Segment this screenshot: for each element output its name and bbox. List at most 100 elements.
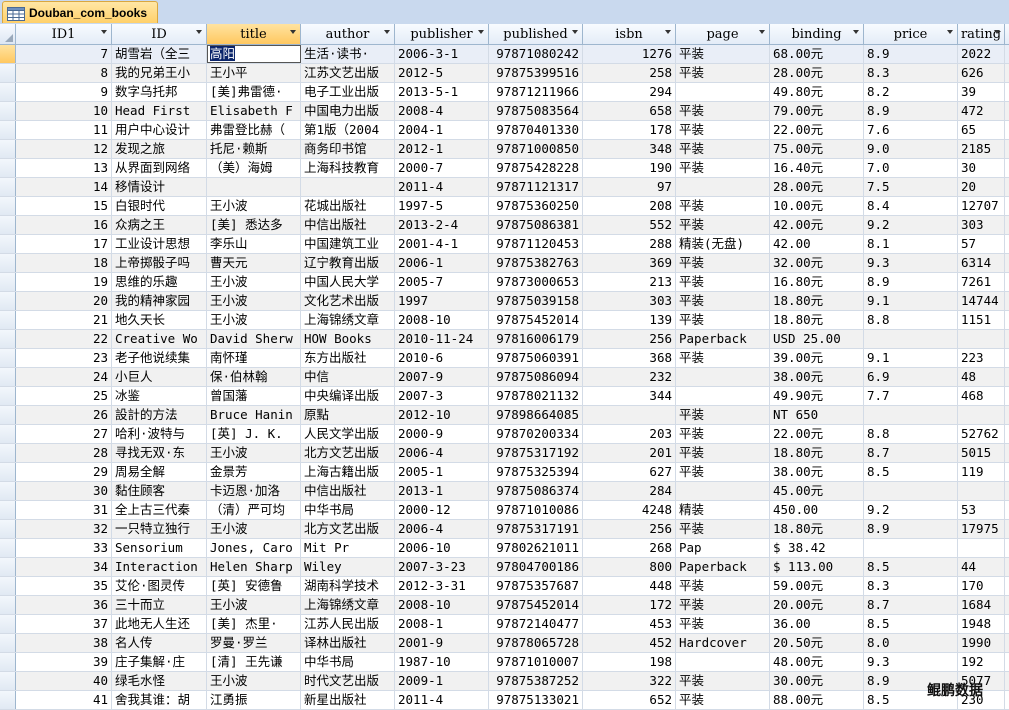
cell-publisher[interactable]: 2013-1 xyxy=(395,482,489,500)
cell-id[interactable]: 名人传 xyxy=(112,634,207,652)
cell-published[interactable]: 97875387252 xyxy=(489,672,583,690)
cell-id1[interactable]: 28 xyxy=(16,444,112,462)
cell-author[interactable]: 北方文艺出版 xyxy=(301,444,395,462)
cell-price[interactable]: 8.0 xyxy=(864,634,958,652)
cell-rating[interactable]: 39 xyxy=(958,83,1005,101)
cell-author[interactable]: 北方文艺出版 xyxy=(301,520,395,538)
cell-isbn[interactable]: 201 xyxy=(583,444,676,462)
cell-id1[interactable]: 25 xyxy=(16,387,112,405)
cell-rating[interactable]: 1990 xyxy=(958,634,1005,652)
cell-author[interactable]: 商务印书馆 xyxy=(301,140,395,158)
cell-rating[interactable]: 53 xyxy=(958,501,1005,519)
cell-title[interactable]: 王小波 xyxy=(207,672,301,690)
cell-price[interactable]: 8.9 xyxy=(864,520,958,538)
cell-binding[interactable]: 45.00元 xyxy=(770,482,864,500)
cell-title[interactable] xyxy=(207,178,301,196)
cell-author[interactable]: Mit Pr xyxy=(301,539,395,557)
cell-title[interactable]: 弗雷登比赫（ xyxy=(207,121,301,139)
cell-title[interactable]: 托尼·赖斯 xyxy=(207,140,301,158)
row-selector[interactable] xyxy=(0,368,16,386)
table-row[interactable]: 39 庄子集解·庄 [清] 王先谦 中华书局 1987-10 97871010007 198… xyxy=(0,653,1009,672)
cell-author[interactable]: 东方出版社 xyxy=(301,349,395,367)
cell-price[interactable]: 8.7 xyxy=(864,596,958,614)
cell-page[interactable]: Hardcover xyxy=(676,634,770,652)
cell-page[interactable]: 平装 xyxy=(676,311,770,329)
cell-page[interactable]: 平装 xyxy=(676,64,770,82)
cell-binding[interactable]: 49.90元 xyxy=(770,387,864,405)
cell-page[interactable]: 平装 xyxy=(676,273,770,291)
cell-binding[interactable]: 32.00元 xyxy=(770,254,864,272)
cell-publisher[interactable]: 2008-10 xyxy=(395,596,489,614)
cell-binding[interactable]: 18.80元 xyxy=(770,292,864,310)
table-row[interactable]: 22 Creative Wo David Sherw HOW Books 2010-11… xyxy=(0,330,1009,349)
table-row[interactable]: 38 名人传 罗曼·罗兰 译林出版社 2001-9 97878065728 452 Hardc… xyxy=(0,634,1009,653)
cell-rating[interactable]: 20 xyxy=(958,178,1005,196)
cell-price[interactable] xyxy=(864,406,958,424)
cell-author[interactable] xyxy=(301,178,395,196)
cell-id[interactable]: 設計的方法 xyxy=(112,406,207,424)
cell-rating[interactable]: 48 xyxy=(958,368,1005,386)
table-row[interactable]: 40 绿毛水怪 王小波 时代文艺出版 2009-1 97875387252 322 平装 30.… xyxy=(0,672,1009,691)
cell-title[interactable]: 保·伯林翰 xyxy=(207,368,301,386)
table-row[interactable]: 36 三十而立 王小波 上海锦绣文章 2008-10 97875452014 172 平装 20… xyxy=(0,596,1009,615)
cell-isbn[interactable]: 348 xyxy=(583,140,676,158)
cell-published[interactable]: 97802621011 xyxy=(489,539,583,557)
cell-rating[interactable]: 7261 xyxy=(958,273,1005,291)
row-selector[interactable] xyxy=(0,311,16,329)
row-selector[interactable] xyxy=(0,273,16,291)
cell-title[interactable]: 曾国藩 xyxy=(207,387,301,405)
cell-published[interactable]: 97873000653 xyxy=(489,273,583,291)
table-row[interactable]: 7 胡雪岩（全三 高阳 生活·读书· 2006-3-1 97871080242 1276 平装… xyxy=(0,45,1009,64)
cell-rating[interactable]: 17975 xyxy=(958,520,1005,538)
cell-page[interactable]: 平装 xyxy=(676,615,770,633)
row-selector[interactable] xyxy=(0,102,16,120)
filter-dropdown-icon[interactable] xyxy=(665,30,671,34)
cell-author[interactable]: 中信出版社 xyxy=(301,482,395,500)
cell-published[interactable]: 97875060391 xyxy=(489,349,583,367)
cell-binding[interactable]: 42.00 xyxy=(770,235,864,253)
cell-title[interactable]: 王小波 xyxy=(207,292,301,310)
cell-id[interactable]: 从界面到网络 xyxy=(112,159,207,177)
cell-author[interactable]: 时代文艺出版 xyxy=(301,672,395,690)
column-header-published[interactable]: published xyxy=(489,24,583,44)
cell-published[interactable]: 97870200334 xyxy=(489,425,583,443)
row-selector[interactable] xyxy=(0,558,16,576)
cell-binding[interactable]: 59.00元 xyxy=(770,577,864,595)
cell-id[interactable]: 黏住顾客 xyxy=(112,482,207,500)
cell-isbn[interactable]: 448 xyxy=(583,577,676,595)
cell-isbn[interactable]: 198 xyxy=(583,653,676,671)
cell-published[interactable]: 97871121317 xyxy=(489,178,583,196)
cell-price[interactable]: 6.9 xyxy=(864,368,958,386)
cell-id[interactable]: 冰鉴 xyxy=(112,387,207,405)
cell-rating[interactable]: 472 xyxy=(958,102,1005,120)
cell-page[interactable]: Paperback xyxy=(676,330,770,348)
row-selector[interactable] xyxy=(0,482,16,500)
cell-page[interactable]: Pap xyxy=(676,539,770,557)
cell-id[interactable]: 哈利·波特与 xyxy=(112,425,207,443)
cell-price[interactable]: 8.9 xyxy=(864,45,958,63)
table-row[interactable]: 9 数字乌托邦 [美]弗雷德· 电子工业出版 2013-5-1 97871211966 29… xyxy=(0,83,1009,102)
cell-title[interactable]: [清] 王先谦 xyxy=(207,653,301,671)
cell-page[interactable]: 平装 xyxy=(676,159,770,177)
cell-rating[interactable] xyxy=(958,330,1005,348)
cell-id1[interactable]: 17 xyxy=(16,235,112,253)
cell-binding[interactable]: 42.00元 xyxy=(770,216,864,234)
cell-page[interactable] xyxy=(676,387,770,405)
cell-title[interactable]: 罗曼·罗兰 xyxy=(207,634,301,652)
row-selector[interactable] xyxy=(0,216,16,234)
cell-binding[interactable]: NT 650 xyxy=(770,406,864,424)
cell-binding[interactable]: 16.40元 xyxy=(770,159,864,177)
cell-isbn[interactable]: 453 xyxy=(583,615,676,633)
table-row[interactable]: 28 寻找无双·东 王小波 北方文艺出版 2006-4 97875317192 201 平装 1… xyxy=(0,444,1009,463)
cell-publisher[interactable]: 2001-4-1 xyxy=(395,235,489,253)
cell-rating[interactable]: 192 xyxy=(958,653,1005,671)
cell-id[interactable]: 小巨人 xyxy=(112,368,207,386)
cell-author[interactable]: 中央编译出版 xyxy=(301,387,395,405)
column-header-rating[interactable]: rating xyxy=(958,24,1005,44)
cell-rating[interactable]: 2022 xyxy=(958,45,1005,63)
cell-binding[interactable]: 38.00元 xyxy=(770,463,864,481)
cell-author[interactable]: 中国人民大学 xyxy=(301,273,395,291)
cell-id1[interactable]: 40 xyxy=(16,672,112,690)
cell-id1[interactable]: 32 xyxy=(16,520,112,538)
row-selector[interactable] xyxy=(0,539,16,557)
